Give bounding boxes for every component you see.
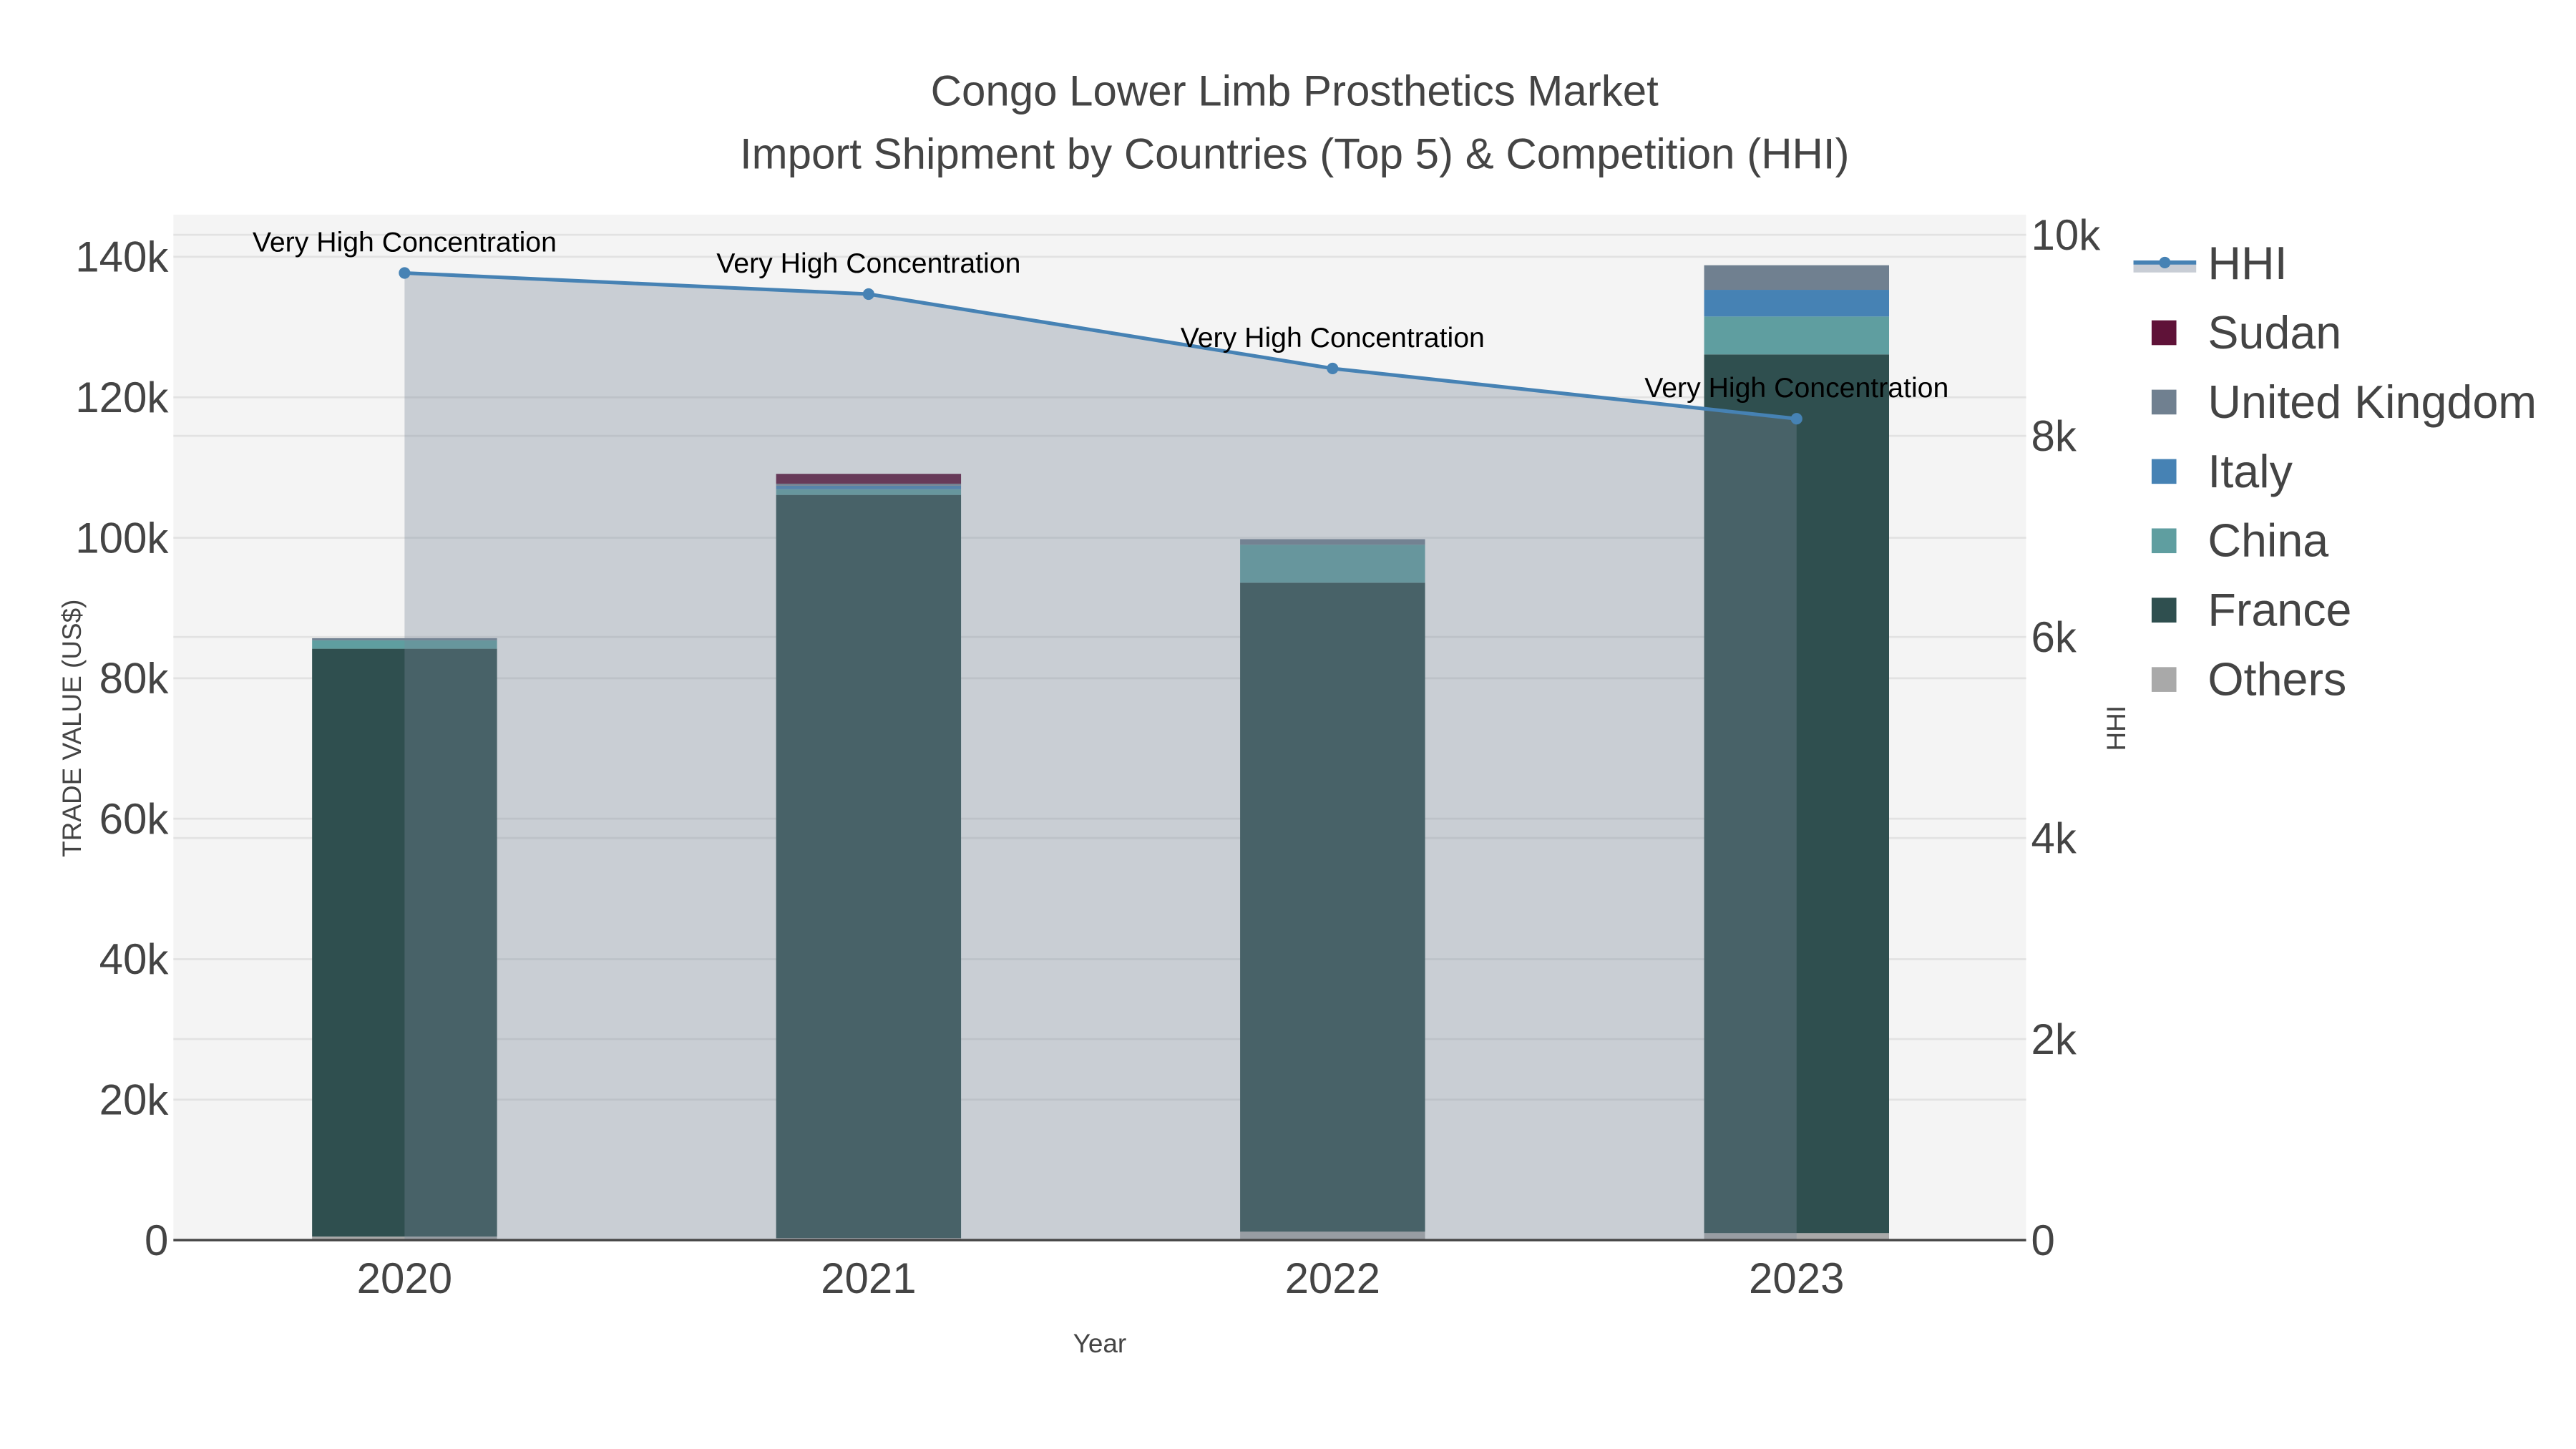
y2-tick-label: 10k — [2031, 211, 2101, 259]
y-tick-label: 80k — [99, 655, 170, 703]
chart-subtitle: Import Shipment by Countries (Top 5) & C… — [740, 130, 1850, 177]
bar-italy — [1704, 290, 1889, 317]
hhi-point — [1790, 413, 1802, 425]
legend-swatch-china — [2151, 528, 2177, 554]
chart: Very High Concentration Very High Concent… — [57, 67, 2537, 1358]
legend-label-china: China — [2207, 515, 2328, 567]
y-tick-label: 20k — [99, 1076, 170, 1124]
hhi-annotation: Very High Concentration — [1181, 322, 1485, 353]
x-tick-label: 2022 — [1285, 1254, 1380, 1302]
legend-swatch-hhi-point — [2159, 256, 2171, 268]
legend-label-united-kingdom: United Kingdom — [2207, 376, 2537, 428]
legend-label-france: France — [2207, 585, 2351, 636]
x-tick-label: 2020 — [357, 1254, 452, 1302]
y2-tick-label: 8k — [2031, 412, 2077, 460]
hhi-annotation: Very High Concentration — [253, 226, 557, 258]
y-tick-label: 120k — [75, 374, 169, 421]
y2-tick-label: 4k — [2031, 814, 2077, 862]
y2-axis-title: HHI — [2102, 706, 2131, 751]
hhi-point — [399, 267, 411, 279]
legend-label-sudan: Sudan — [2207, 307, 2341, 358]
bar-china — [1704, 316, 1889, 355]
hhi-point — [862, 288, 874, 301]
chart-title: Congo Lower Limb Prosthetics Market — [931, 67, 1659, 115]
y-tick-label: 40k — [99, 935, 170, 983]
legend: HHI Sudan United Kingdom Italy China France Ot… — [2133, 238, 2537, 706]
x-tick-label: 2021 — [821, 1254, 916, 1302]
legend-swatch-italy — [2151, 459, 2177, 484]
y2-tick-label: 2k — [2031, 1015, 2077, 1063]
y2-tick-label: 0 — [2031, 1216, 2054, 1264]
hhi-annotation: Very High Concentration — [1644, 372, 1948, 404]
legend-label-hhi: HHI — [2207, 238, 2287, 289]
legend-swatch-united-kingdom — [2151, 389, 2177, 415]
legend-label-italy: Italy — [2207, 446, 2293, 497]
x-axis-ticks: 2020 2021 2022 2023 — [357, 1254, 1845, 1302]
y2-tick-label: 6k — [2031, 613, 2077, 661]
y-tick-label: 60k — [99, 795, 170, 843]
legend-swatch-france — [2151, 597, 2177, 623]
hhi-annotation: Very High Concentration — [716, 248, 1020, 279]
hhi-area — [404, 273, 1797, 1241]
legend-label-others: Others — [2207, 654, 2346, 706]
x-tick-label: 2023 — [1749, 1254, 1844, 1302]
y-axis-title: TRADE VALUE (US$) — [57, 600, 87, 857]
bar-united-kingdom — [1704, 265, 1889, 291]
y-axis-ticks: 0 20k 40k 60k 80k 100k 120k 140k — [75, 233, 169, 1264]
legend-swatch-sudan — [2151, 320, 2177, 346]
y2-axis-ticks: 0 2k 4k 6k 8k 10k — [2031, 211, 2101, 1264]
hhi-line: Very High Concentration Very High Concent… — [253, 226, 1948, 1241]
x-axis-title: Year — [1073, 1329, 1127, 1358]
y-tick-label: 0 — [145, 1216, 168, 1264]
legend-swatch-others — [2151, 667, 2177, 692]
y-tick-label: 140k — [75, 233, 169, 281]
hhi-point — [1327, 362, 1339, 375]
y-tick-label: 100k — [75, 514, 169, 562]
